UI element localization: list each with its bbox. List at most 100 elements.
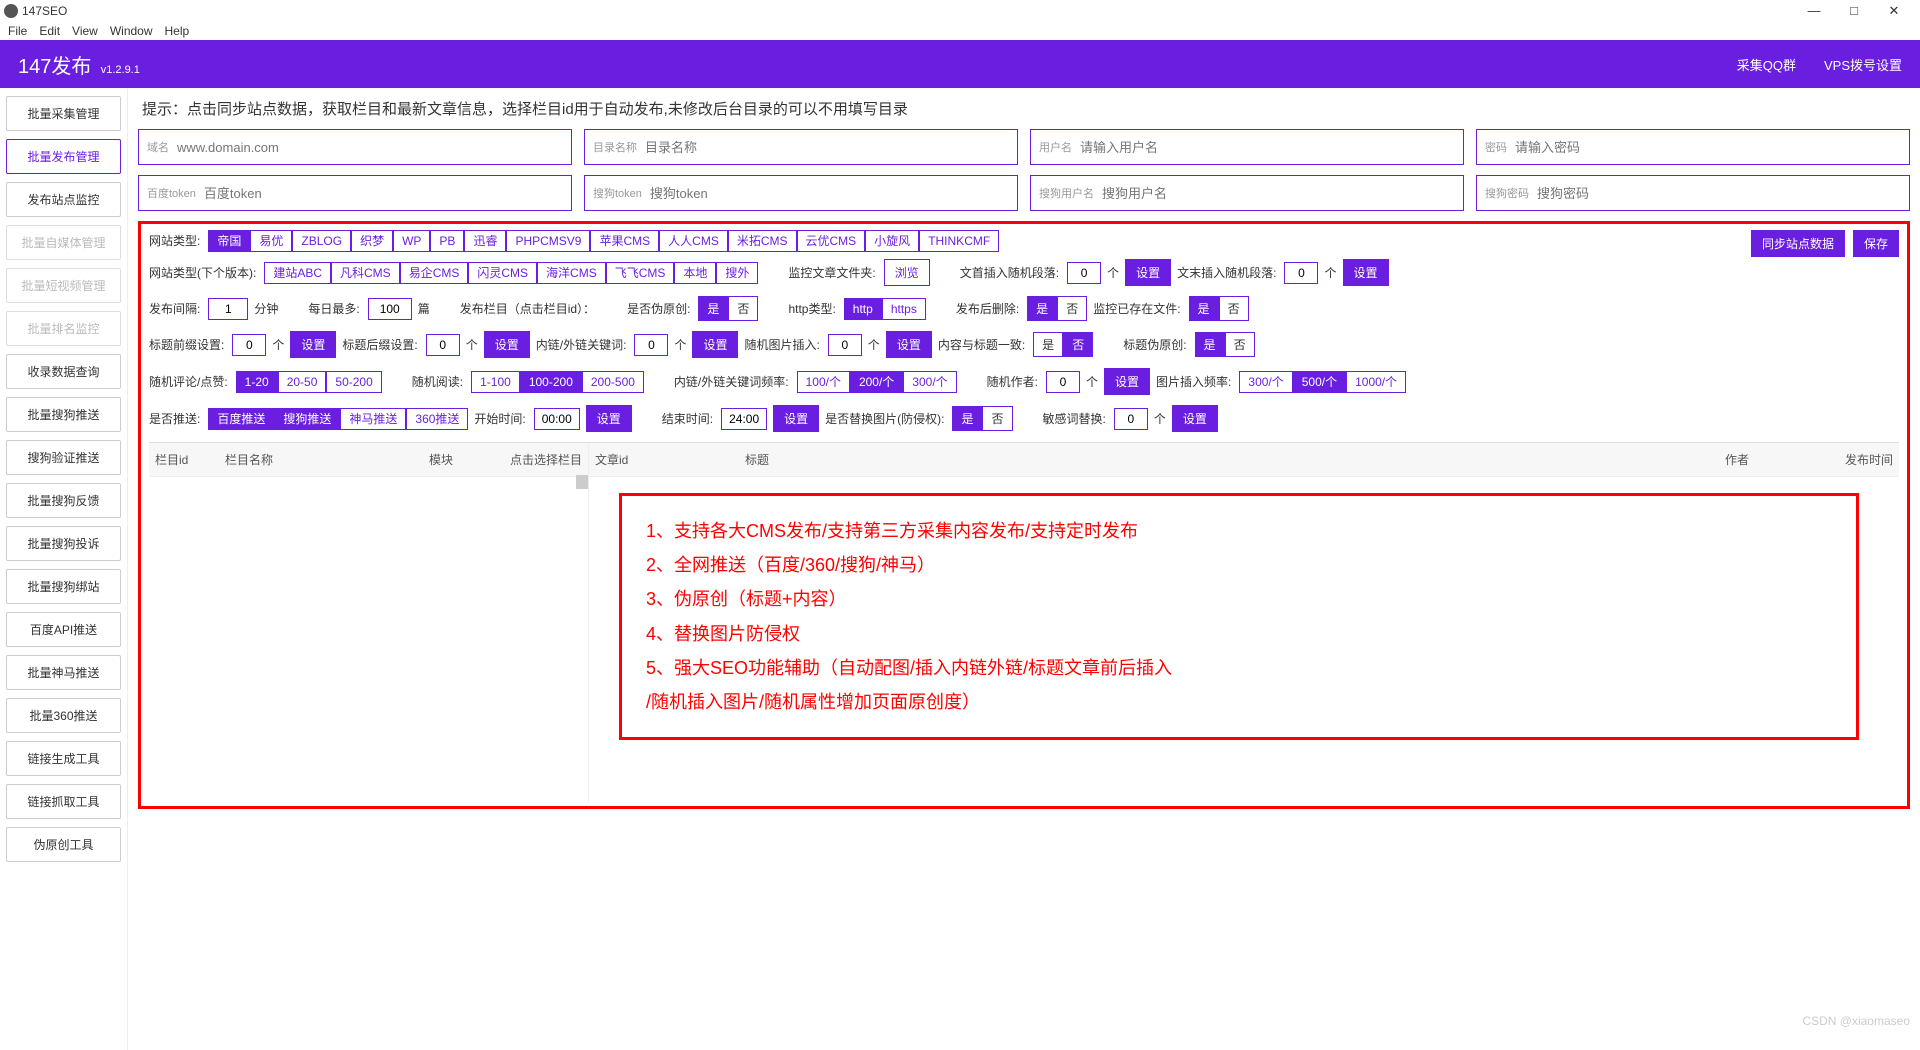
site-type-option[interactable]: ZBLOG (292, 230, 351, 252)
sidebar-item-13[interactable]: 批量神马推送 (6, 655, 121, 690)
push-option[interactable]: 百度推送 (208, 408, 274, 430)
link-kw-set-button[interactable]: 设置 (692, 331, 738, 358)
next-ver-option[interactable]: 闪灵CMS (468, 262, 537, 284)
next-ver-option[interactable]: 搜外 (716, 262, 758, 284)
sidebar-item-7[interactable]: 批量搜狗推送 (6, 397, 121, 432)
http-option[interactable]: https (882, 298, 926, 320)
rand-img-set-button[interactable]: 设置 (886, 331, 932, 358)
title-suffix-input[interactable] (426, 334, 460, 356)
row2-input-1[interactable] (650, 186, 1009, 201)
site-type-option[interactable]: 迅睿 (464, 230, 506, 252)
daily-input[interactable] (368, 298, 412, 320)
end-time-set-button[interactable]: 设置 (773, 405, 819, 432)
row1-input-3[interactable] (1515, 140, 1901, 155)
comment-option[interactable]: 20-50 (278, 371, 327, 393)
row2-input-3[interactable] (1537, 186, 1901, 201)
th-article-time[interactable]: 发布时间 (1809, 443, 1899, 477)
th-col-select[interactable]: 点击选择栏目 (459, 443, 588, 477)
sidebar-item-12[interactable]: 百度API推送 (6, 612, 121, 647)
th-col-name[interactable]: 栏目名称 (219, 443, 349, 477)
img-freq-option[interactable]: 300/个 (1239, 371, 1292, 393)
menu-edit[interactable]: Edit (39, 24, 60, 38)
site-type-option[interactable]: WP (393, 230, 430, 252)
author-set-button[interactable]: 设置 (1104, 368, 1150, 395)
th-col-id[interactable]: 栏目id (149, 443, 219, 477)
next-ver-option[interactable]: 建站ABC (264, 262, 331, 284)
sync-button[interactable]: 同步站点数据 (1751, 230, 1845, 257)
sidebar-item-14[interactable]: 批量360推送 (6, 698, 121, 733)
after-del-toggle[interactable]: 是否 (1027, 296, 1087, 321)
read-option[interactable]: 200-500 (582, 371, 644, 393)
title-pseudo-toggle[interactable]: 是否 (1195, 332, 1255, 357)
push-option[interactable]: 神马推送 (340, 408, 406, 430)
link-freq-option[interactable]: 300/个 (903, 371, 956, 393)
content-title-toggle[interactable]: 是否 (1033, 332, 1093, 357)
browse-button[interactable]: 浏览 (884, 259, 930, 286)
sidebar-item-1[interactable]: 批量发布管理 (6, 139, 121, 174)
site-type-option[interactable]: 人人CMS (659, 230, 728, 252)
minimize-button[interactable]: — (1800, 3, 1828, 19)
sidebar-item-15[interactable]: 链接生成工具 (6, 741, 121, 776)
next-ver-option[interactable]: 海洋CMS (537, 262, 606, 284)
rand-img-input[interactable] (828, 334, 862, 356)
site-type-option[interactable]: 苹果CMS (590, 230, 659, 252)
maximize-button[interactable]: □ (1840, 3, 1868, 19)
menu-help[interactable]: Help (165, 24, 190, 38)
link-kw-input[interactable] (634, 334, 668, 356)
row1-input-0[interactable] (177, 140, 563, 155)
read-option[interactable]: 1-100 (471, 371, 520, 393)
link-freq-option[interactable]: 200/个 (850, 371, 903, 393)
prefix-count-input[interactable] (1067, 262, 1101, 284)
next-ver-option[interactable]: 易企CMS (400, 262, 469, 284)
header-link-qq[interactable]: 采集QQ群 (1737, 55, 1796, 74)
sidebar-item-11[interactable]: 批量搜狗绑站 (6, 569, 121, 604)
sens-input[interactable] (1114, 408, 1148, 430)
sidebar-item-0[interactable]: 批量采集管理 (6, 96, 121, 131)
row1-input-1[interactable] (645, 140, 1009, 155)
sidebar-item-8[interactable]: 搜狗验证推送 (6, 440, 121, 475)
sidebar-item-16[interactable]: 链接抓取工具 (6, 784, 121, 819)
row2-input-0[interactable] (204, 186, 563, 201)
header-link-vps[interactable]: VPS拨号设置 (1824, 55, 1902, 74)
th-article-title[interactable]: 标题 (739, 443, 999, 477)
push-option[interactable]: 360推送 (406, 408, 468, 430)
prefix-set-button[interactable]: 设置 (1125, 259, 1171, 286)
suffix-count-input[interactable] (1284, 262, 1318, 284)
title-suffix-set-button[interactable]: 设置 (484, 331, 530, 358)
sidebar-item-10[interactable]: 批量搜狗投诉 (6, 526, 121, 561)
site-type-option[interactable]: 帝国 (208, 230, 250, 252)
sidebar-item-6[interactable]: 收录数据查询 (6, 354, 121, 389)
read-option[interactable]: 100-200 (520, 371, 582, 393)
monitor-exist-toggle[interactable]: 是否 (1189, 296, 1249, 321)
suffix-set-button[interactable]: 设置 (1343, 259, 1389, 286)
menu-view[interactable]: View (72, 24, 98, 38)
sidebar-item-17[interactable]: 伪原创工具 (6, 827, 121, 862)
next-ver-option[interactable]: 本地 (674, 262, 716, 284)
site-type-option[interactable]: 小旋风 (865, 230, 919, 252)
row2-input-2[interactable] (1102, 186, 1455, 201)
link-freq-option[interactable]: 100/个 (797, 371, 850, 393)
comment-option[interactable]: 50-200 (326, 371, 381, 393)
menu-file[interactable]: File (8, 24, 27, 38)
title-prefix-input[interactable] (232, 334, 266, 356)
next-ver-option[interactable]: 飞飞CMS (606, 262, 675, 284)
start-time-input[interactable] (534, 408, 580, 430)
pseudo-toggle[interactable]: 是否 (698, 296, 758, 321)
th-article-author[interactable]: 作者 (999, 443, 1809, 477)
sidebar-item-9[interactable]: 批量搜狗反馈 (6, 483, 121, 518)
sidebar-item-2[interactable]: 发布站点监控 (6, 182, 121, 217)
site-type-option[interactable]: PHPCMSV9 (506, 230, 590, 252)
scrollbar-icon[interactable] (576, 475, 588, 489)
sens-set-button[interactable]: 设置 (1172, 405, 1218, 432)
title-prefix-set-button[interactable]: 设置 (290, 331, 336, 358)
site-type-option[interactable]: 云优CMS (797, 230, 866, 252)
start-time-set-button[interactable]: 设置 (586, 405, 632, 432)
next-ver-option[interactable]: 凡科CMS (331, 262, 400, 284)
http-option[interactable]: http (844, 298, 882, 320)
author-input[interactable] (1046, 371, 1080, 393)
site-type-option[interactable]: THINKCMF (919, 230, 999, 252)
row1-input-2[interactable] (1080, 140, 1455, 155)
replace-img-toggle[interactable]: 是否 (952, 406, 1012, 431)
site-type-option[interactable]: PB (430, 230, 464, 252)
comment-option[interactable]: 1-20 (236, 371, 278, 393)
